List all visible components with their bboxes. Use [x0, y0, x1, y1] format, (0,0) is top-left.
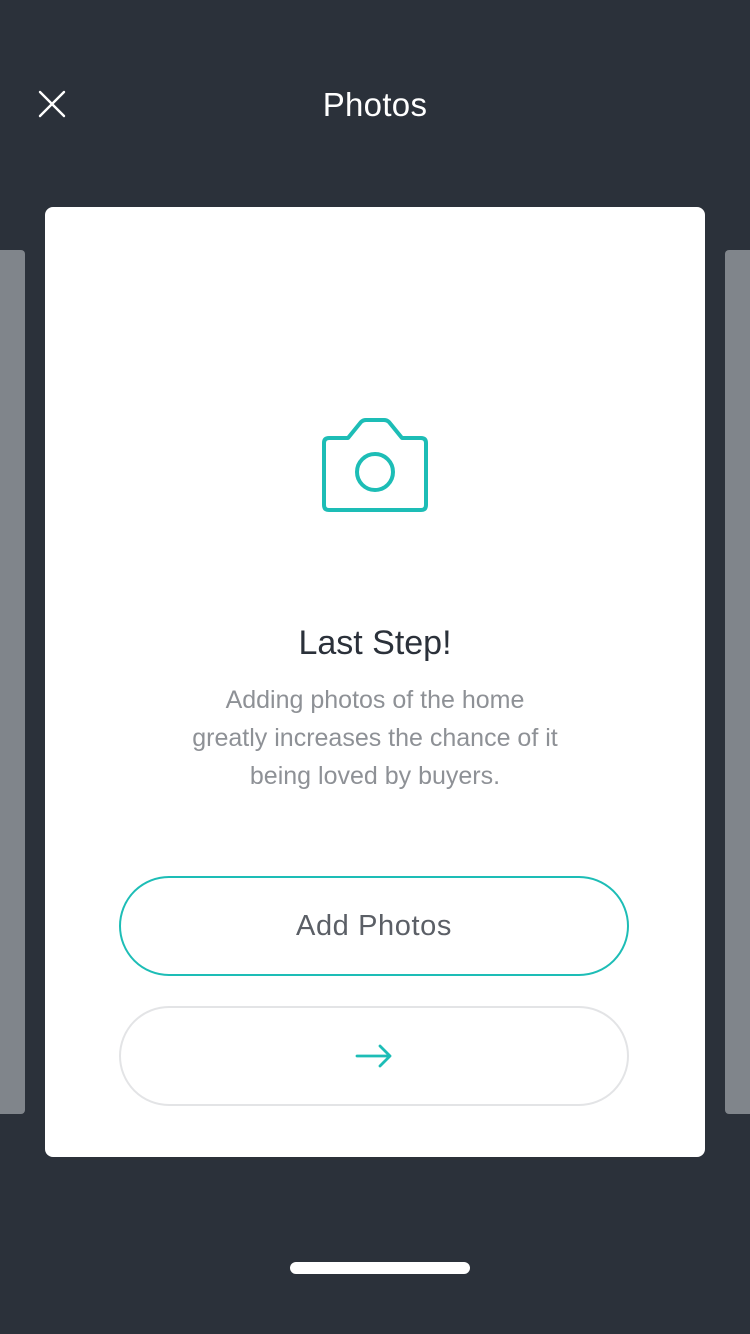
description-line: being loved by buyers. — [249, 762, 501, 790]
photos-step-card: Last Step! Adding photos of the home gre… — [45, 207, 705, 1157]
previous-card-peek[interactable] — [0, 250, 25, 1114]
card-heading: Last Step! — [298, 624, 452, 662]
arrow-right-icon — [355, 1044, 392, 1068]
camera-icon — [322, 418, 428, 512]
description-line: Adding photos of the home — [225, 686, 525, 714]
card-description: Adding photos of the home greatly increa… — [175, 681, 575, 795]
add-photos-button[interactable]: Add Photos — [119, 876, 629, 976]
add-photos-label: Add Photos — [296, 909, 452, 942]
next-button[interactable] — [119, 1006, 629, 1106]
description-line: greatly increases the chance of it — [192, 724, 558, 752]
next-card-peek[interactable] — [725, 250, 750, 1114]
page-title: Photos — [322, 86, 428, 123]
home-indicator[interactable] — [290, 1262, 470, 1274]
